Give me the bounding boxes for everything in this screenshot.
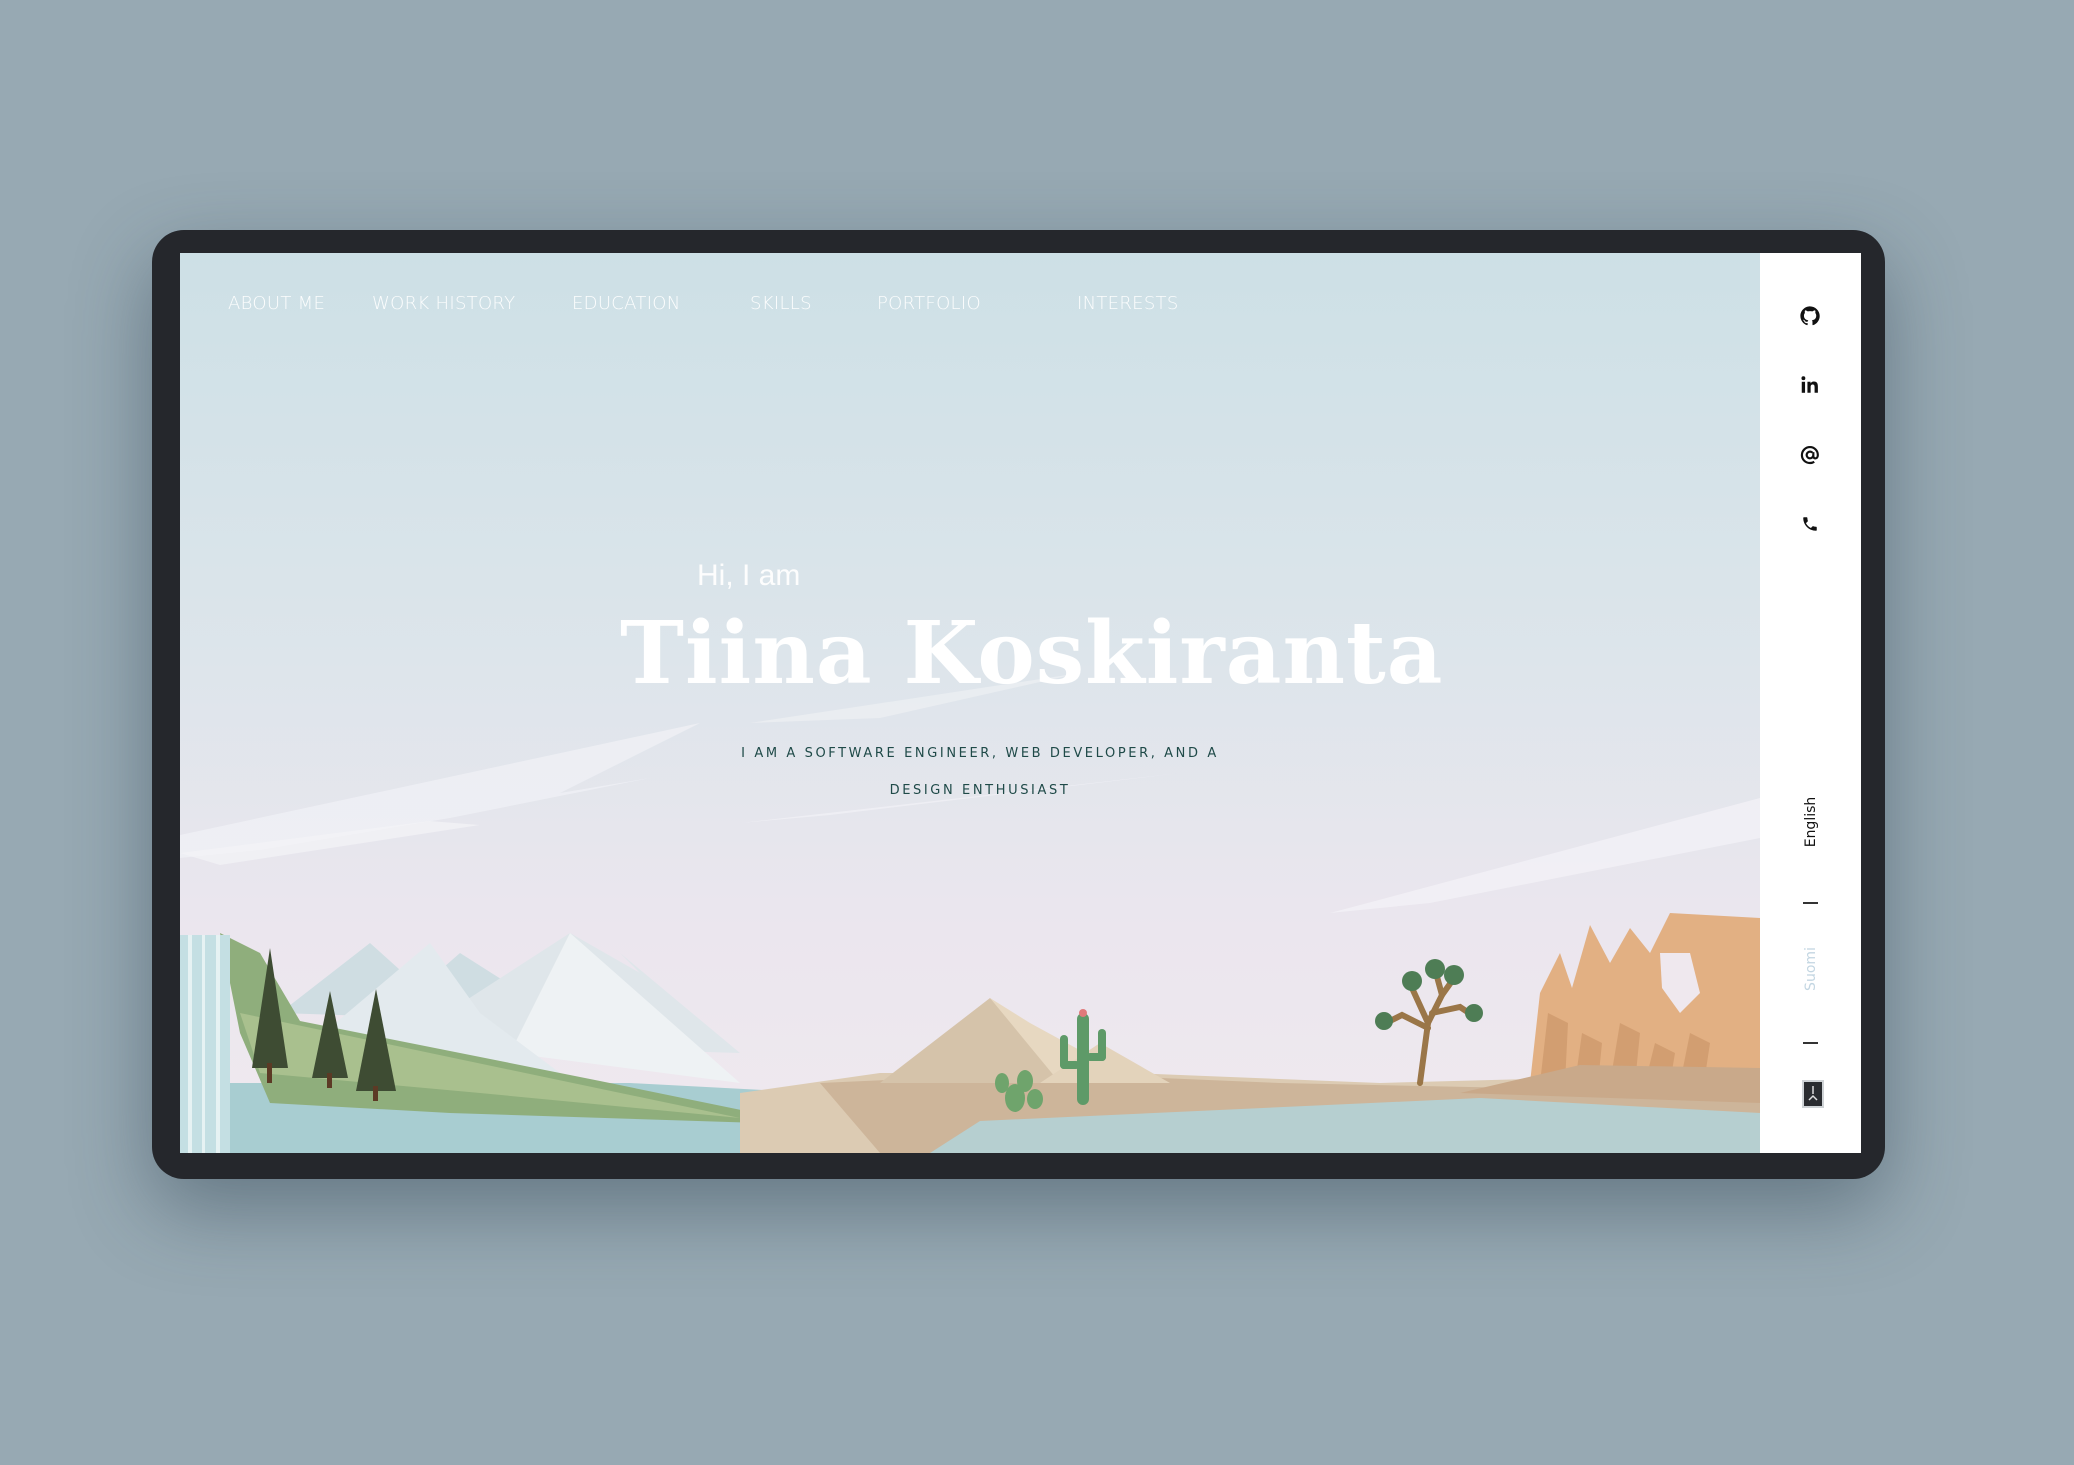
- nav-item-work-history[interactable]: WORK HISTORY: [372, 293, 515, 314]
- nav-item-education[interactable]: EDUCATION: [572, 293, 681, 314]
- hero-greeting: Hi, I am: [697, 559, 801, 592]
- email-icon[interactable]: [1798, 443, 1822, 467]
- hero-section: ABOUT ME WORK HISTORY EDUCATION SKILLS P…: [180, 253, 1760, 1153]
- nav-item-portfolio[interactable]: PORTFOLIO: [877, 293, 981, 314]
- social-sidebar: English Suomi: [1760, 253, 1861, 1153]
- language-suomi[interactable]: Suomi: [1803, 934, 1819, 1004]
- chevron-up-icon: [1808, 1086, 1818, 1101]
- nav-item-skills[interactable]: SKILLS: [750, 293, 812, 314]
- main-nav: ABOUT ME WORK HISTORY EDUCATION SKILLS P…: [180, 293, 1760, 323]
- language-english[interactable]: English: [1803, 787, 1819, 857]
- language-divider: [1803, 1042, 1818, 1044]
- language-divider: [1803, 902, 1818, 904]
- hero-tagline: I AM A SOFTWARE ENGINEER, WEB DEVELOPER,…: [741, 746, 1219, 798]
- linkedin-icon[interactable]: [1798, 373, 1822, 397]
- nav-item-about-me[interactable]: ABOUT ME: [228, 293, 325, 314]
- scroll-top-button[interactable]: [1802, 1080, 1824, 1108]
- phone-icon[interactable]: [1798, 512, 1822, 536]
- nav-item-interests[interactable]: INTERESTS: [1077, 293, 1179, 314]
- hero-name: Tiina Koskiranta: [620, 603, 1444, 704]
- github-icon[interactable]: [1798, 304, 1822, 328]
- screen: ABOUT ME WORK HISTORY EDUCATION SKILLS P…: [180, 253, 1861, 1153]
